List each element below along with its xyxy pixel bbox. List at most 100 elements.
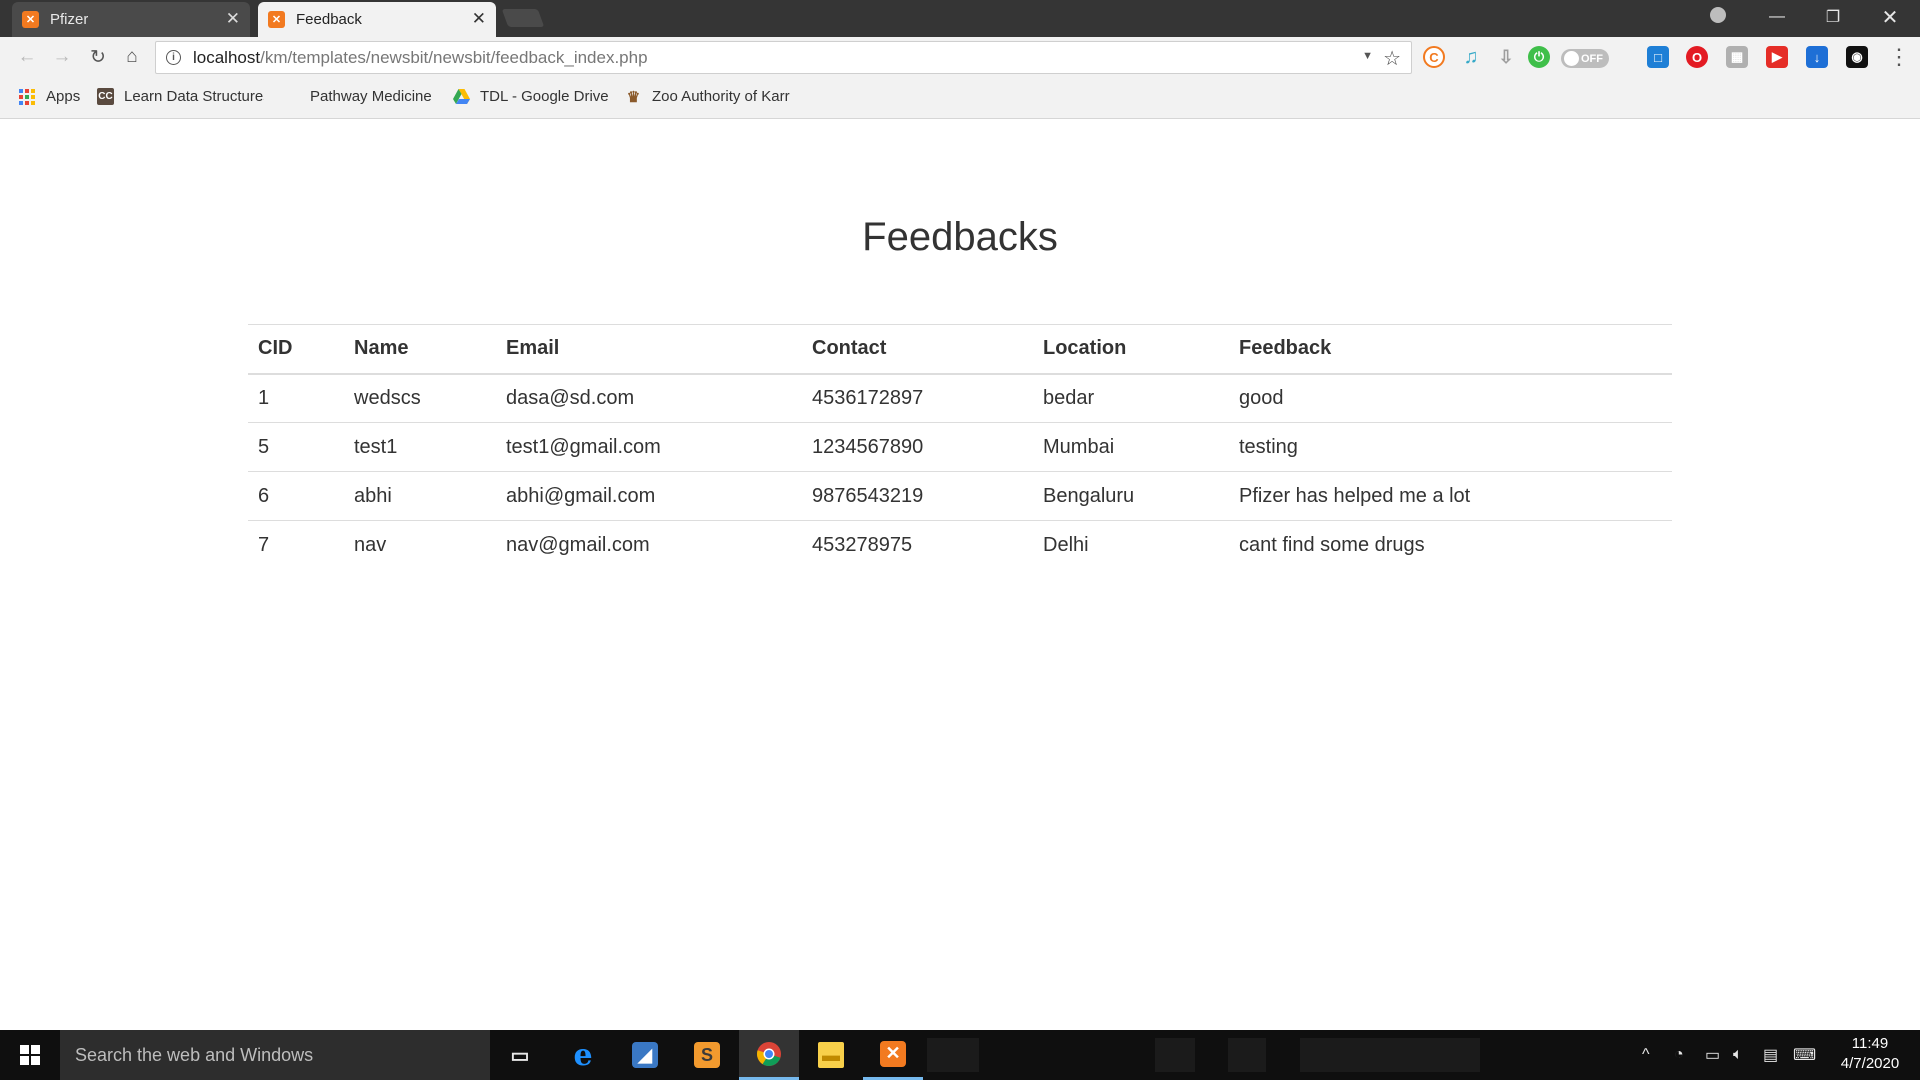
taskbar-blank-slot xyxy=(1228,1038,1266,1072)
taskbar-edge[interactable]: e xyxy=(553,1030,613,1080)
bookmark-learn-data-structures[interactable]: CC Learn Data Structures xyxy=(97,88,264,105)
bookmarks-bar: Apps CC Learn Data Structures Pathway Me… xyxy=(0,79,1920,119)
cell-contact: 9876543219 xyxy=(802,471,1033,521)
cell-name: abhi xyxy=(344,471,496,521)
windows-taskbar: Search the web and Windows ▭ e ◢ S ▬ ✕ ^… xyxy=(0,1030,1920,1080)
tab-title: Feedback xyxy=(296,11,362,28)
power-icon[interactable]: ⏻ xyxy=(1528,46,1550,68)
url-path: /km/templates/newsbit/newsbit/feedback_i… xyxy=(260,47,648,67)
cell-contact: 1234567890 xyxy=(802,422,1033,472)
column-header-name: Name xyxy=(344,324,496,375)
cell-cid: 1 xyxy=(258,386,270,409)
sublime-text-icon: S xyxy=(694,1042,720,1068)
taskbar-file-explorer[interactable]: ▬ xyxy=(801,1030,861,1080)
youtube-icon[interactable]: ▶ xyxy=(1766,46,1788,68)
page-title: Feedbacks xyxy=(862,215,1058,259)
volume-icon[interactable]: 🔈︎ xyxy=(1733,1030,1743,1080)
close-window-button[interactable]: ✕ xyxy=(1862,0,1918,34)
taskbar-blank-slot xyxy=(1300,1038,1480,1072)
download-icon[interactable]: ↓ xyxy=(1806,46,1828,68)
task-view-button[interactable]: ▭ xyxy=(490,1030,550,1080)
cell-location: Delhi xyxy=(1033,520,1229,570)
tab-title: Pfizer xyxy=(50,11,89,28)
table-row: 6 abhi abhi@gmail.com 9876543219 Bengalu… xyxy=(248,471,1672,521)
taskbar-sublime[interactable]: S xyxy=(677,1030,737,1080)
action-center-icon[interactable]: ▤ xyxy=(1763,1030,1778,1080)
headphones-icon[interactable]: ♫ xyxy=(1460,46,1482,68)
cell-name: wedscs xyxy=(354,386,421,409)
search-placeholder: Search the web and Windows xyxy=(75,1044,314,1065)
tab-pfizer[interactable]: ✕ Pfizer ✕ xyxy=(12,2,250,37)
close-tab-icon[interactable]: ✕ xyxy=(226,9,240,29)
blue-square-icon[interactable]: □ xyxy=(1647,46,1669,68)
close-tab-icon[interactable]: ✕ xyxy=(472,9,486,29)
taskbar-clock[interactable]: 11:49 4/7/2020 xyxy=(1820,1034,1920,1074)
extension-toggle[interactable]: OFF xyxy=(1561,49,1609,68)
battery-icon[interactable]: ▭ xyxy=(1705,1030,1720,1080)
cell-cid: 7 xyxy=(248,520,344,570)
keyboard-icon[interactable]: ⌨ xyxy=(1793,1030,1816,1080)
profile-icon[interactable] xyxy=(1710,7,1726,23)
cell-feedback: Pfizer has helped me a lot xyxy=(1229,471,1672,521)
taskbar-app-blue[interactable]: ◢ xyxy=(615,1030,675,1080)
taskbar-chrome[interactable] xyxy=(739,1030,799,1080)
clock-time: 11:49 xyxy=(1851,1035,1889,1052)
info-icon[interactable]: i xyxy=(166,50,181,65)
bookmark-apps[interactable]: Apps xyxy=(19,88,80,105)
start-button[interactable] xyxy=(0,1030,60,1080)
taskbar-search-box[interactable]: Search the web and Windows xyxy=(60,1030,490,1080)
download-tray-icon[interactable]: ⇩ xyxy=(1495,46,1517,68)
back-icon[interactable]: ← xyxy=(13,43,41,71)
edge-icon: e xyxy=(573,1037,593,1073)
bookmark-zoo-authority[interactable]: ♛ Zoo Authority of Karr xyxy=(625,88,790,106)
forward-icon[interactable]: → xyxy=(48,43,76,71)
taskbar-blank-slot xyxy=(927,1038,979,1072)
tab-feedback[interactable]: ✕ Feedback ✕ xyxy=(258,2,496,37)
extension-orange-icon[interactable]: C xyxy=(1423,46,1445,68)
puzzle-icon[interactable]: ▦ xyxy=(1726,46,1748,68)
bookmark-label: Apps xyxy=(46,88,81,105)
opera-icon[interactable]: O xyxy=(1686,46,1708,68)
taskbar-xampp[interactable]: ✕ xyxy=(863,1030,923,1080)
cell-contact: 453278975 xyxy=(802,520,1033,570)
google-drive-icon xyxy=(453,88,470,105)
cell-cid: 5 xyxy=(248,422,344,472)
url-text[interactable]: localhost/km/templates/newsbit/newsbit/f… xyxy=(193,48,648,68)
restore-button[interactable]: ❐ xyxy=(1805,0,1861,34)
new-tab-button[interactable] xyxy=(501,9,545,27)
chevron-down-icon[interactable]: ▼ xyxy=(1362,50,1373,62)
xampp-icon: ✕ xyxy=(880,1040,906,1067)
show-hidden-icons-chevron-icon[interactable]: ^ xyxy=(1642,1030,1650,1080)
chrome-icon xyxy=(756,1041,782,1067)
bookmark-label: Zoo Authority of Karr xyxy=(652,88,790,105)
home-icon[interactable]: ⌂ xyxy=(118,43,146,71)
bookmark-pathway-medicine[interactable]: Pathway Medicine xyxy=(290,88,432,105)
column-header-feedback: Feedback xyxy=(1229,324,1672,375)
bookmark-tdl-google-drive[interactable]: TDL - Google Drive xyxy=(453,88,609,105)
menu-dots-icon[interactable]: ⋮ xyxy=(1888,45,1910,69)
cell-email: test1@gmail.com xyxy=(496,422,802,472)
taskbar-blank-slot xyxy=(1155,1038,1195,1072)
task-view-icon: ▭ xyxy=(510,1044,530,1067)
bookmark-star-icon[interactable]: ☆ xyxy=(1383,46,1401,71)
camera-icon[interactable]: ◉ xyxy=(1846,46,1868,68)
address-bar[interactable]: i localhost/km/templates/newsbit/newsbit… xyxy=(155,41,1412,74)
reload-icon[interactable]: ↻ xyxy=(84,43,112,71)
folder-icon: ▬ xyxy=(818,1042,844,1068)
emblem-icon: ♛ xyxy=(626,88,641,106)
column-header-email: Email xyxy=(496,324,802,375)
xampp-icon: ✕ xyxy=(22,11,39,28)
table-row: 5 test1 test1@gmail.com 1234567890 Mumba… xyxy=(248,422,1672,472)
network-icon[interactable]: ◔ xyxy=(1674,1030,1684,1080)
cell-email: nav@gmail.com xyxy=(496,520,802,570)
column-header-contact: Contact xyxy=(802,324,1033,375)
bookmark-label: Pathway Medicine xyxy=(310,88,432,105)
windows-logo-icon xyxy=(20,1045,40,1065)
cell-location: bedar xyxy=(1043,386,1095,409)
cell-feedback: testing xyxy=(1229,422,1672,472)
column-header-location: Location xyxy=(1033,324,1229,375)
minimize-button[interactable]: — xyxy=(1749,0,1805,34)
feedback-table: CID Name Email Contact Location Feedback… xyxy=(248,324,1672,570)
cell-contact: 4536172897 xyxy=(812,386,924,409)
table-row: 7 nav nav@gmail.com 453278975 Delhi cant… xyxy=(248,520,1672,570)
